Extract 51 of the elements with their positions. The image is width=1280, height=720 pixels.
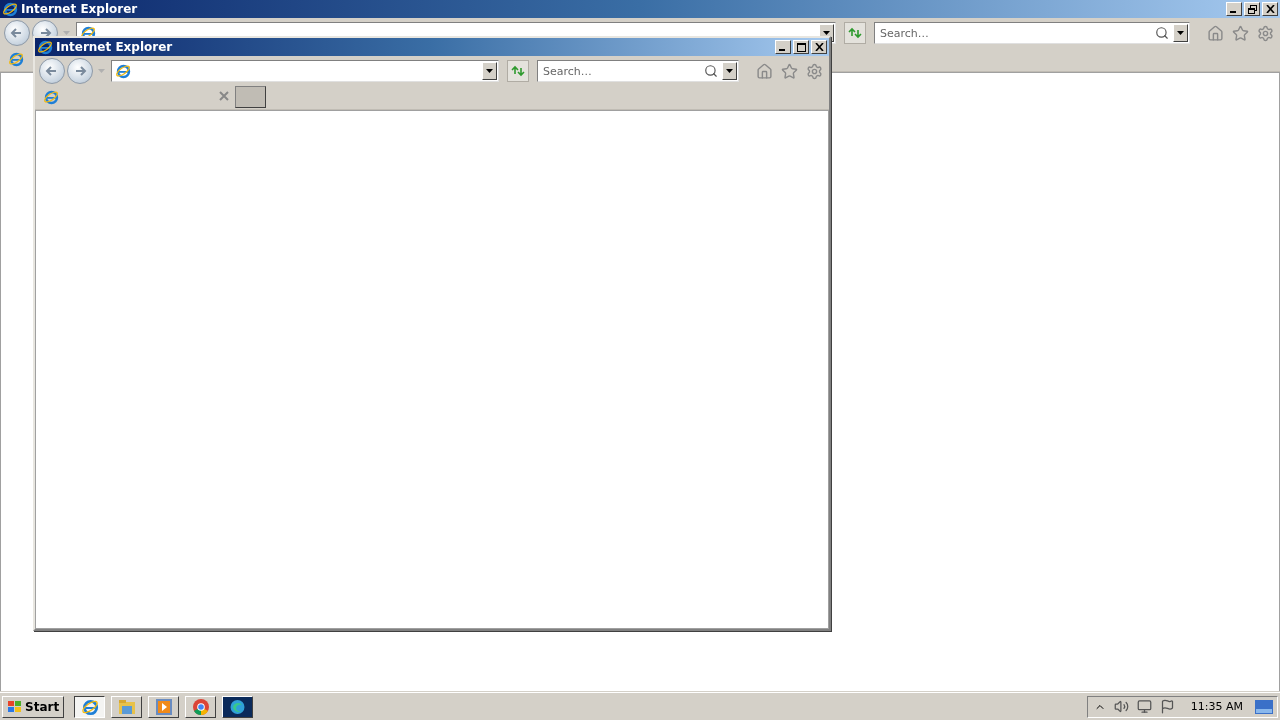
refresh-button[interactable]: [507, 60, 529, 82]
new-tab-button[interactable]: [235, 86, 266, 108]
search-field[interactable]: Search…: [874, 22, 1190, 44]
close-icon: [814, 43, 824, 51]
ie-logo-icon: [43, 88, 59, 105]
close-button[interactable]: [811, 40, 827, 54]
search-icon[interactable]: [704, 64, 718, 78]
dropdown-button[interactable]: [1173, 24, 1188, 42]
ie-logo-icon: [80, 697, 99, 716]
chrome-icon: [191, 697, 210, 716]
forward-arrow-icon: [73, 64, 87, 78]
minimize-button[interactable]: [1226, 2, 1242, 16]
show-desktop-icon[interactable]: [1255, 699, 1273, 714]
caret-icon: [1177, 31, 1184, 35]
window-title: Internet Explorer: [21, 2, 138, 16]
back-arrow-icon: [45, 64, 59, 78]
media-player-icon: [154, 697, 173, 716]
ie-logo-icon: [8, 50, 24, 67]
close-icon: [219, 90, 229, 101]
ie-logo-icon: [2, 1, 18, 17]
dropdown-button[interactable]: [482, 62, 497, 80]
search-input[interactable]: Search…: [878, 25, 1151, 41]
maximize-button[interactable]: [793, 40, 809, 54]
window-title: Internet Explorer: [56, 40, 173, 54]
address-field[interactable]: [111, 60, 499, 82]
ie-logo-icon: [115, 63, 131, 79]
maximize-icon: [796, 42, 806, 52]
restore-button[interactable]: [1244, 2, 1260, 16]
back-arrow-icon: [10, 26, 24, 40]
folder-icon: [117, 698, 136, 715]
taskbar-app-button[interactable]: [74, 695, 106, 718]
search-field[interactable]: Search…: [537, 60, 739, 82]
back-button[interactable]: [39, 58, 65, 84]
search-input[interactable]: Search…: [541, 63, 700, 79]
network-icon[interactable]: [1136, 699, 1152, 714]
minimize-button[interactable]: [775, 40, 791, 54]
restore-icon: [1247, 4, 1257, 14]
windows-logo-icon: [7, 699, 23, 714]
close-icon: [1265, 5, 1275, 13]
refresh-icon: [511, 65, 525, 77]
refresh-icon: [848, 27, 862, 39]
edge-icon: [223, 696, 253, 717]
flag-icon[interactable]: [1159, 699, 1175, 714]
ie-logo-icon: [37, 39, 53, 55]
refresh-button[interactable]: [844, 22, 866, 44]
clock[interactable]: 11:35 AM: [1190, 700, 1243, 713]
dropdown-button[interactable]: [722, 62, 737, 80]
search-icon[interactable]: [1155, 26, 1169, 40]
start-button[interactable]: Start: [2, 695, 65, 718]
close-button[interactable]: [1262, 2, 1278, 16]
volume-icon[interactable]: [1113, 699, 1129, 714]
